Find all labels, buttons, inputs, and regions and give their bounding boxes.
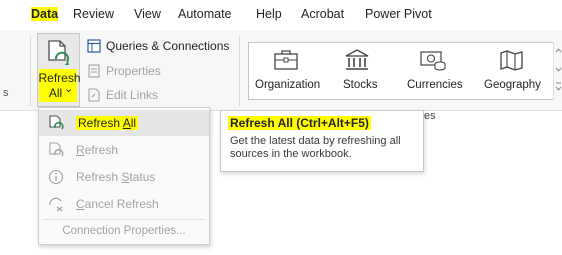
map-icon [500,50,523,71]
menu-item-refresh[interactable]: Refresh [39,137,209,163]
gallery-scroll-icon [555,48,562,91]
data-type-label: Currencies [407,79,463,91]
currency-icon [420,51,446,71]
data-type-currencies[interactable]: Currencies [394,43,472,99]
bank-icon [345,49,369,70]
edit-links-label: Edit Links [106,88,159,102]
group-separator [239,36,240,106]
refresh-all-label-line1: Refresh [38,71,81,85]
tab-acrobat[interactable]: Acrobat [301,7,344,21]
tab-automate[interactable]: Automate [178,7,232,21]
refresh-all-icon [48,40,69,65]
data-types-group-label: es [424,110,436,122]
menu-item-refresh-all[interactable]: Refresh All [39,110,209,136]
data-type-stocks[interactable]: Stocks [329,43,389,99]
chevron-down-icon: ⌄ [64,83,74,95]
ribbon-tab-bar: Data Review View Automate Help Acrobat P… [0,0,562,30]
tooltip-title: Refresh All (Ctrl+Alt+F5) [228,116,371,130]
refresh-all-icon [49,115,64,130]
tooltip-body: Get the latest data by refreshing all so… [230,135,401,160]
gallery-scroll-buttons[interactable] [553,42,562,100]
refresh-all-button[interactable]: Refresh All ⌄ [37,33,81,107]
group-separator [30,36,31,106]
data-type-label: Geography [484,79,541,91]
refresh-all-tooltip: Refresh All (Ctrl+Alt+F5) Get the latest… [220,110,424,172]
data-type-label: Stocks [343,79,378,91]
queries-connections-label: Queries & Connections [106,39,230,53]
properties-label: Properties [106,64,161,78]
tab-power-pivot[interactable]: Power Pivot [365,7,432,21]
cancel-refresh-icon [49,197,63,212]
data-type-organization[interactable]: Organization [249,43,324,99]
info-icon [48,169,64,185]
menu-separator [43,219,205,220]
menu-item-label: Refresh Status [76,170,156,184]
tab-view[interactable]: View [134,7,161,21]
data-types-gallery: Organization Stocks Currencies Geography [248,42,554,100]
properties-icon [88,64,100,78]
menu-item-label: Refresh [76,143,119,157]
menu-item-refresh-status[interactable]: Refresh Status [39,164,209,190]
menu-item-label: Refresh All [76,116,139,130]
menu-item-label: Cancel Refresh [76,197,159,211]
left-edge-text: s [3,87,9,99]
briefcase-icon [274,50,298,70]
queries-connections-icon [87,39,101,53]
data-type-label: Organization [255,79,321,91]
refresh-icon [49,142,64,157]
refresh-all-dropdown-menu: Refresh All Refresh Refresh Status Cance… [38,107,210,245]
edit-links-icon [88,88,100,102]
tab-data[interactable]: Data [31,7,59,21]
tab-review[interactable]: Review [73,7,114,21]
tab-help[interactable]: Help [256,7,282,21]
menu-item-connection-properties[interactable]: Connection Properties... [39,225,209,237]
menu-item-cancel-refresh[interactable]: Cancel Refresh [39,191,209,217]
data-type-geography[interactable]: Geography [477,43,545,99]
